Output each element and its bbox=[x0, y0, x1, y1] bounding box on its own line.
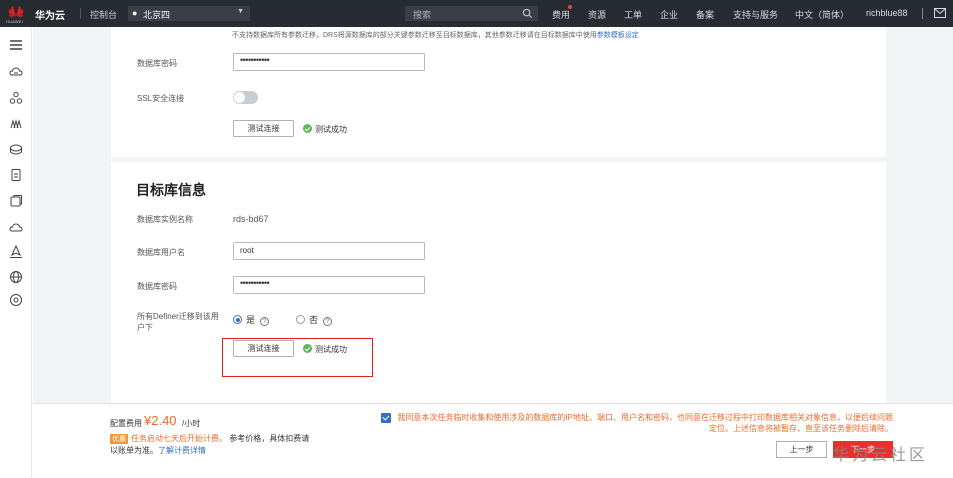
brand-name[interactable]: 华为云 bbox=[35, 7, 65, 22]
nav-username[interactable]: richblue88 bbox=[866, 8, 908, 18]
left-sidebar bbox=[0, 27, 32, 478]
cloud-icon[interactable] bbox=[9, 220, 23, 234]
target-user-field[interactable]: root bbox=[233, 242, 425, 260]
promo-line: 优惠 任务启动七天后开始计费。 参考价格，具体扣费请 bbox=[110, 433, 309, 444]
definer-label: 所有Definer迁移到该用户下 bbox=[137, 312, 219, 332]
source-test-result: 测试成功 bbox=[303, 124, 347, 135]
nav-support[interactable]: 支持与服务 bbox=[733, 8, 778, 21]
search-placeholder: 搜索 bbox=[413, 10, 432, 20]
source-db-card bbox=[111, 27, 886, 157]
source-test-result-text: 测试成功 bbox=[315, 125, 347, 134]
target-section-title: 目标库信息 bbox=[136, 182, 206, 198]
source-password-field[interactable]: ••••••••••• bbox=[233, 53, 425, 71]
promo-line2-text: 以账单为准。 bbox=[110, 446, 158, 455]
annotation-highlight-box bbox=[222, 338, 373, 377]
caret-down-icon: ▼ bbox=[237, 8, 244, 15]
deploy-icon[interactable] bbox=[9, 245, 23, 259]
divider bbox=[80, 8, 81, 19]
instance-name-value: rds-bd67 bbox=[233, 214, 269, 224]
nav-enterprise[interactable]: 企业 bbox=[660, 8, 678, 21]
migration-note: 不支持数据库所有参数迁移，DRS将源数据库的部分关键参数迁移至目标数据库，其他参… bbox=[232, 30, 639, 40]
mail-icon[interactable] bbox=[934, 8, 946, 18]
target-user-value: root bbox=[240, 246, 254, 255]
storage-icon[interactable] bbox=[9, 168, 23, 182]
definer-no-radio[interactable]: 否? bbox=[296, 313, 333, 326]
definer-no-label: 否 bbox=[309, 315, 319, 325]
definer-yes-radio[interactable]: 是? bbox=[233, 313, 270, 326]
ssl-label: SSL安全连接 bbox=[137, 94, 185, 103]
target-password-value: ••••••••••• bbox=[240, 278, 270, 288]
watermark: 华为云社区 bbox=[833, 447, 929, 464]
settings-icon[interactable] bbox=[9, 293, 23, 307]
nav-filing[interactable]: 备案 bbox=[696, 8, 714, 21]
logo-text: HUAWEI bbox=[6, 19, 24, 24]
target-user-label: 数据库用户名 bbox=[137, 248, 185, 257]
bottom-action-bar: 配置费用 ¥2.40 /小时 优惠 任务启动七天后开始计费。 参考价格，具体扣费请… bbox=[33, 403, 953, 478]
cluster-icon[interactable] bbox=[9, 117, 23, 131]
check-circle-icon bbox=[303, 124, 312, 133]
globe-icon[interactable] bbox=[9, 270, 23, 284]
menu-icon[interactable] bbox=[9, 38, 23, 52]
source-password-label: 数据库密码 bbox=[137, 59, 177, 68]
top-navbar: HUAWEI 华为云 控制台 ● 北京四 ▼ 搜索 费用 资源 工单 企业 备案… bbox=[0, 0, 953, 27]
agree-checkbox[interactable] bbox=[381, 413, 391, 423]
notification-dot bbox=[568, 5, 572, 9]
agree-text: 我同意本次任务临时收集和使用涉及的数据库的IP地址、端口、用户名和密码，也同意在… bbox=[397, 413, 893, 433]
migration-note-text: 不支持数据库所有参数迁移，DRS将源数据库的部分关键参数迁移至目标数据库，其他参… bbox=[232, 32, 597, 39]
param-template-link[interactable]: 参数模板设定 bbox=[597, 32, 639, 39]
instance-name-label: 数据库实例名称 bbox=[137, 215, 193, 224]
divider bbox=[922, 8, 923, 19]
radio-unselected-icon bbox=[296, 315, 305, 324]
nav-fees[interactable]: 费用 bbox=[552, 8, 570, 21]
nav-tickets[interactable]: 工单 bbox=[624, 8, 642, 21]
database-icon[interactable] bbox=[9, 143, 23, 157]
region-label: 北京四 bbox=[143, 10, 171, 20]
nav-language[interactable]: 中文（简体） bbox=[795, 8, 849, 21]
promo-note: 参考价格，具体扣费请 bbox=[229, 434, 310, 443]
help-icon[interactable]: ? bbox=[260, 317, 270, 326]
search-input[interactable]: 搜索 bbox=[405, 6, 538, 21]
promo-line-2: 以账单为准。了解计费详情 bbox=[110, 445, 206, 456]
search-icon[interactable] bbox=[522, 8, 533, 19]
prev-step-button[interactable]: 上一步 bbox=[776, 441, 827, 458]
network-icon[interactable] bbox=[9, 91, 23, 105]
console-link[interactable]: 控制台 bbox=[90, 8, 117, 21]
target-password-field[interactable]: ••••••••••• bbox=[233, 276, 425, 294]
fee-unit: /小时 bbox=[182, 419, 201, 428]
nav-resources[interactable]: 资源 bbox=[588, 8, 606, 21]
source-password-value: ••••••••••• bbox=[240, 55, 270, 65]
radio-selected-icon bbox=[233, 315, 242, 324]
definer-yes-label: 是 bbox=[246, 315, 256, 325]
location-pin-icon: ● bbox=[132, 8, 138, 18]
promo-text: 任务启动七天后开始计费。 bbox=[131, 434, 227, 443]
region-selector[interactable]: ● 北京四 ▼ bbox=[128, 6, 250, 21]
fee-label: 配置费用 bbox=[110, 419, 142, 428]
fee-price: ¥2.40 bbox=[144, 413, 177, 428]
help-icon[interactable]: ? bbox=[323, 317, 333, 326]
toggle-knob bbox=[234, 92, 245, 103]
billing-details-link[interactable]: 了解计费详情 bbox=[158, 446, 206, 455]
cloud-server-icon[interactable] bbox=[9, 65, 23, 79]
promo-badge: 优惠 bbox=[110, 434, 128, 444]
source-test-connection-button[interactable]: 测试连接 bbox=[233, 120, 294, 137]
ssl-toggle[interactable] bbox=[233, 91, 258, 104]
monitor-icon[interactable] bbox=[9, 194, 23, 208]
target-password-label: 数据库密码 bbox=[137, 282, 177, 291]
